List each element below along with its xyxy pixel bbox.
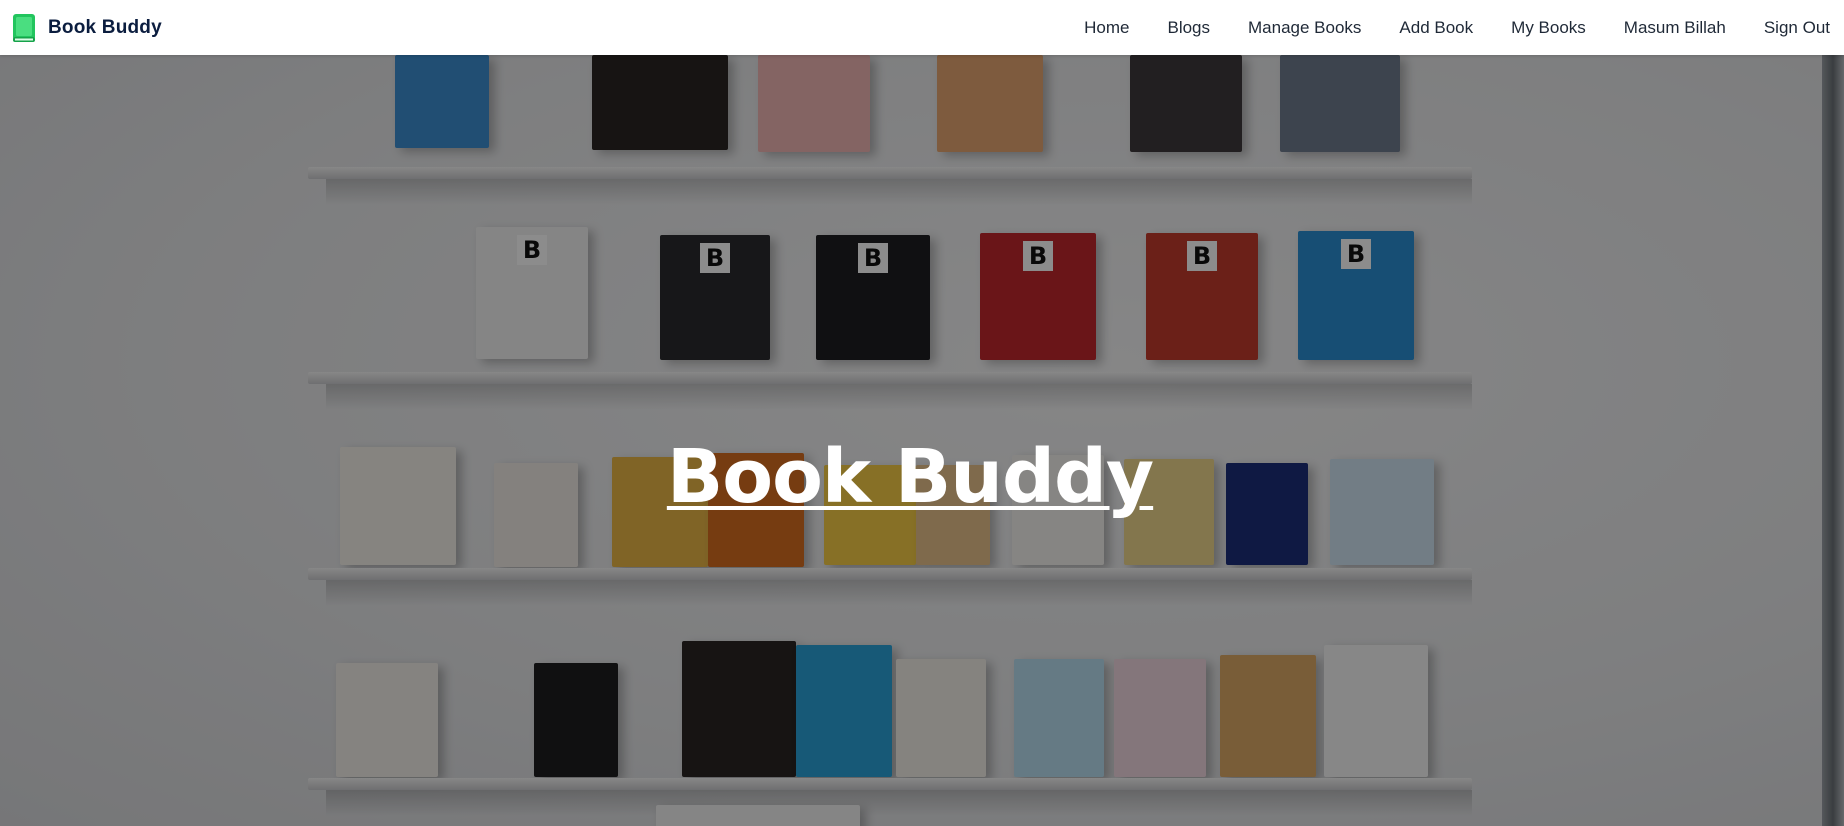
brand-logo-link[interactable]: Book Buddy: [12, 13, 162, 43]
brand-name: Book Buddy: [48, 16, 162, 38]
nav-links: Home Blogs Manage Books Add Book My Book…: [1084, 18, 1832, 38]
nav-link-manage-books[interactable]: Manage Books: [1248, 18, 1361, 38]
nav-link-home[interactable]: Home: [1084, 18, 1129, 38]
hero-title-container: Book Buddy: [0, 440, 1832, 514]
nav-link-sign-out[interactable]: Sign Out: [1764, 18, 1830, 38]
nav-link-my-books[interactable]: My Books: [1511, 18, 1586, 38]
hero-title: Book Buddy: [666, 434, 1154, 520]
hero-banner: B B B B B B Book Buddy: [0, 55, 1844, 826]
nav-link-blogs[interactable]: Blogs: [1167, 18, 1210, 38]
nav-link-add-book[interactable]: Add Book: [1399, 18, 1473, 38]
nav-link-user-name[interactable]: Masum Billah: [1624, 18, 1726, 38]
navbar: Book Buddy Home Blogs Manage Books Add B…: [0, 0, 1844, 55]
book-icon: [12, 13, 38, 43]
